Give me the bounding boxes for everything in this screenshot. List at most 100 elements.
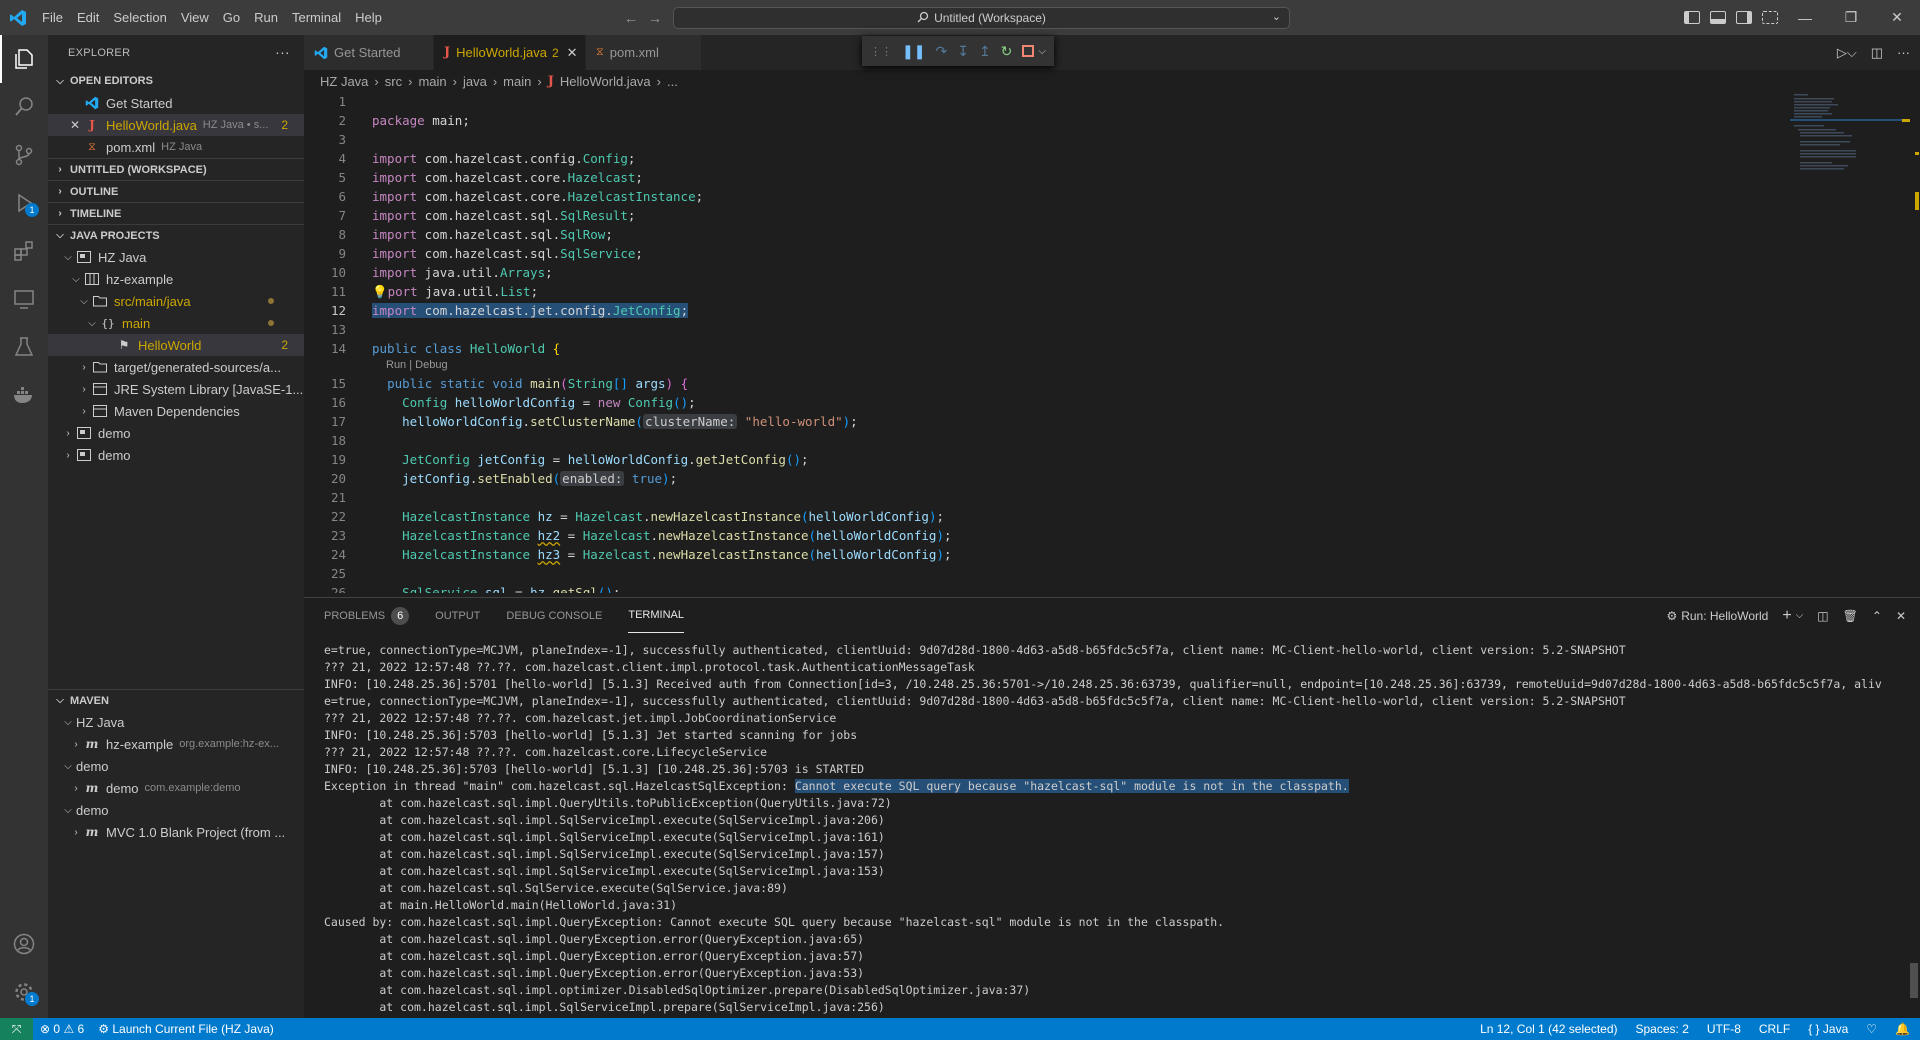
tab-problems[interactable]: PROBLEMS 6 — [324, 598, 410, 633]
minimize-icon[interactable]: — — [1782, 0, 1828, 35]
stop-icon[interactable] — [1022, 45, 1035, 57]
terminal-gear-icon[interactable]: ⚙ — [1666, 609, 1677, 623]
step-into-icon[interactable]: ↧ — [957, 43, 969, 60]
encoding[interactable]: UTF-8 — [1707, 1022, 1741, 1036]
forward-arrow-icon[interactable]: → — [648, 10, 662, 26]
section-outline[interactable]: › OUTLINE — [48, 180, 304, 202]
search-view-icon[interactable] — [0, 83, 48, 131]
tree-item-src-main-java[interactable]: ⌵ src/main/java — [48, 290, 304, 312]
more-actions-icon[interactable]: ··· — [275, 44, 290, 60]
breadcrumb-item[interactable]: HZ Java — [320, 74, 368, 89]
open-editor-helloworld[interactable]: ✕ J HelloWorld.java HZ Java • s... 2 — [48, 114, 304, 136]
drag-handle-icon[interactable]: ⋮⋮ — [870, 45, 892, 58]
close-panel-icon[interactable]: ✕ — [1896, 609, 1906, 623]
tree-item-hz-java[interactable]: ⌵ HZ Java — [48, 246, 304, 268]
breadcrumb-item[interactable]: main — [418, 74, 446, 89]
section-maven[interactable]: ⌵ MAVEN — [48, 689, 304, 711]
terminal-name[interactable]: Run: HelloWorld — [1681, 609, 1768, 623]
maven-item-demo[interactable]: ⌵ demo — [48, 799, 304, 821]
minimap[interactable] — [1790, 92, 1910, 202]
maximize-panel-icon[interactable]: ⌃ — [1872, 609, 1882, 623]
tree-item-target-generated[interactable]: › target/generated-sources/a... — [48, 356, 304, 378]
extensions-icon[interactable] — [0, 227, 48, 275]
run-file-icon[interactable]: ▷⌵ — [1837, 45, 1857, 61]
tab-helloworld[interactable]: J HelloWorld.java 2 ✕ — [434, 35, 586, 70]
restore-icon[interactable]: ❐ — [1828, 0, 1874, 35]
menu-go[interactable]: Go — [216, 0, 247, 35]
breadcrumb-item[interactable]: main — [503, 74, 531, 89]
toggle-panel-icon[interactable] — [1710, 11, 1726, 24]
remote-indicator-icon[interactable]: ⤧ — [0, 1018, 33, 1040]
split-terminal-icon[interactable]: ◫ — [1817, 609, 1828, 623]
editor-scrollbar[interactable] — [1912, 92, 1920, 593]
menu-selection[interactable]: Selection — [106, 0, 173, 35]
menu-view[interactable]: View — [174, 0, 216, 35]
step-over-icon[interactable]: ↷ — [935, 43, 947, 60]
more-actions-icon[interactable]: ··· — [1897, 45, 1910, 60]
open-editor-pom[interactable]: ⧖ pom.xml HZ Java — [48, 136, 304, 158]
menu-file[interactable]: File — [35, 0, 70, 35]
notifications-bell-icon[interactable]: 🔔 — [1895, 1022, 1910, 1036]
explorer-icon[interactable] — [0, 35, 48, 83]
codelens-run-debug[interactable]: Run | Debug — [386, 359, 448, 371]
maven-item-hz-java[interactable]: ⌵ HZ Java — [48, 711, 304, 733]
feedback-icon[interactable]: ♡ — [1866, 1022, 1877, 1036]
source-control-icon[interactable] — [0, 131, 48, 179]
section-timeline[interactable]: › TIMELINE — [48, 202, 304, 224]
chevron-down-icon[interactable]: ⌵ — [1796, 610, 1804, 621]
problems-status[interactable]: ⊗ 0 ⚠ 6 — [40, 1022, 84, 1036]
new-terminal-icon[interactable]: + — [1782, 607, 1791, 625]
tab-output[interactable]: OUTPUT — [435, 598, 480, 633]
pause-icon[interactable]: ❚❚ — [902, 43, 925, 60]
chevron-down-icon[interactable]: ⌄ — [1272, 10, 1281, 23]
tab-get-started[interactable]: Get Started — [304, 35, 434, 70]
breadcrumb-item[interactable]: HelloWorld.java — [560, 74, 651, 89]
maven-item-demo-artifact[interactable]: › m demo com.example:demo — [48, 777, 304, 799]
restart-icon[interactable]: ↻ — [1001, 43, 1013, 60]
tree-item-maven-deps[interactable]: › Maven Dependencies — [48, 400, 304, 422]
end-of-line[interactable]: CRLF — [1759, 1022, 1790, 1036]
trash-icon[interactable]: 🗑 — [1843, 609, 1858, 623]
settings-gear-icon[interactable]: 1 — [0, 968, 48, 1016]
terminal-scrollbar[interactable] — [1910, 963, 1918, 998]
breadcrumb-item[interactable]: src — [385, 74, 402, 89]
tab-pom[interactable]: ⧖ pom.xml — [586, 35, 702, 70]
tab-debug-console[interactable]: DEBUG CONSOLE — [506, 598, 602, 633]
tree-item-hz-example[interactable]: ⌵ hz-example — [48, 268, 304, 290]
section-untitled-workspace[interactable]: › UNTITLED (WORKSPACE) — [48, 158, 304, 180]
toggle-primary-sidebar-icon[interactable] — [1684, 11, 1700, 24]
account-icon[interactable] — [0, 920, 48, 968]
language-mode[interactable]: { } Java — [1808, 1022, 1848, 1036]
close-icon[interactable]: ✕ — [567, 45, 578, 61]
terminal-output[interactable]: e=true, connectionType=MCJVM, planeIndex… — [324, 642, 1914, 1016]
indentation[interactable]: Spaces: 2 — [1636, 1022, 1689, 1036]
command-center[interactable]: Untitled (Workspace) ⌄ — [673, 7, 1290, 29]
tree-item-main[interactable]: ⌵ {} main — [48, 312, 304, 334]
menu-help[interactable]: Help — [348, 0, 389, 35]
testing-icon[interactable] — [0, 323, 48, 371]
chevron-down-icon[interactable]: ⌵ — [1038, 46, 1046, 57]
toggle-secondary-sidebar-icon[interactable] — [1736, 11, 1752, 24]
menu-run[interactable]: Run — [247, 0, 285, 35]
maven-item-mvc-project[interactable]: › m MVC 1.0 Blank Project (from ... — [48, 821, 304, 843]
docker-icon[interactable] — [0, 371, 48, 419]
menu-terminal[interactable]: Terminal — [285, 0, 348, 35]
code-editor[interactable]: 1 2 package main; 3 4 import com.hazelcast… — [304, 92, 1816, 593]
menu-edit[interactable]: Edit — [70, 0, 106, 35]
cursor-position[interactable]: Ln 12, Col 1 (42 selected) — [1480, 1022, 1617, 1036]
section-open-editors[interactable]: ⌵ OPEN EDITORS — [48, 70, 304, 92]
step-out-icon[interactable]: ↥ — [979, 43, 991, 60]
split-editor-icon[interactable]: ◫ — [1871, 45, 1883, 61]
launch-config[interactable]: ⚙ Launch Current File (HZ Java) — [98, 1022, 274, 1036]
customize-layout-icon[interactable] — [1762, 11, 1778, 24]
maven-item-demo[interactable]: ⌵ demo — [48, 755, 304, 777]
tab-terminal[interactable]: TERMINAL — [628, 598, 684, 633]
section-java-projects[interactable]: ⌵ JAVA PROJECTS — [48, 224, 304, 246]
open-editor-get-started[interactable]: Get Started — [48, 92, 304, 114]
close-icon[interactable]: ✕ — [70, 118, 84, 132]
tree-item-demo[interactable]: › demo — [48, 422, 304, 444]
run-debug-icon[interactable]: 1 — [0, 179, 48, 227]
breadcrumb-item[interactable]: java — [463, 74, 487, 89]
remote-explorer-icon[interactable] — [0, 275, 48, 323]
back-arrow-icon[interactable]: ← — [624, 10, 638, 26]
